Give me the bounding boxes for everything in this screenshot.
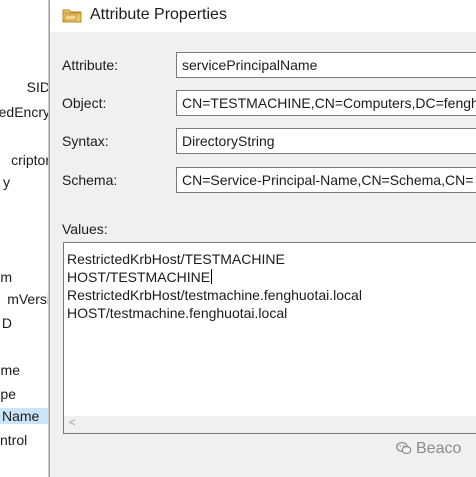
title-bar[interactable]: Attribute Properties — [50, 0, 476, 32]
attribute-properties-dialog: Attribute Properties Attribute: serviceP… — [49, 0, 476, 477]
attribute-field[interactable]: servicePrincipalName — [176, 52, 476, 78]
list-item[interactable]: me — [1, 362, 20, 378]
list-item[interactable]: edEncry — [0, 104, 48, 120]
values-label: Values: — [62, 221, 108, 237]
value-line-with-caret: HOST/TESTMACHINE — [67, 269, 213, 285]
schema-label: Schema: — [62, 172, 118, 188]
list-item[interactable]: D — [2, 315, 12, 331]
object-field[interactable]: CN=TESTMACHINE,CN=Computers,DC=fenghuota… — [176, 90, 476, 116]
scroll-left-arrow-icon[interactable]: < — [69, 417, 75, 429]
value-line: RestrictedKrbHost/TESTMACHINE — [67, 251, 285, 267]
background-list-window: SID edEncry criptor y m mVersi D me pe N… — [0, 0, 49, 477]
values-textarea[interactable]: RestrictedKrbHost/TESTMACHINE HOST/TESTM… — [63, 242, 476, 434]
wechat-icon — [396, 441, 412, 455]
syntax-field[interactable]: DirectoryString — [176, 128, 476, 154]
list-item[interactable]: y — [3, 174, 10, 190]
list-item[interactable]: ntrol — [0, 432, 48, 448]
value-line: HOST/testmachine.fenghuotai.local — [67, 305, 288, 321]
value-line: RestrictedKrbHost/testmachine.fenghuotai… — [67, 287, 362, 303]
watermark-text: Beaco — [416, 440, 462, 457]
schema-field[interactable]: CN=Service-Principal-Name,CN=Schema,CN= — [176, 167, 476, 193]
text-caret — [211, 269, 213, 284]
horizontal-scrollbar[interactable]: < — [64, 416, 476, 433]
object-label: Object: — [62, 95, 107, 111]
list-item[interactable]: mVersi — [7, 291, 48, 307]
dialog-title: Attribute Properties — [90, 6, 227, 23]
list-item-selected[interactable]: Name — [0, 408, 48, 424]
list-item[interactable]: pe — [0, 386, 16, 402]
folder-icon — [62, 9, 82, 23]
list-item[interactable]: SID — [27, 79, 48, 95]
list-item[interactable]: m — [0, 269, 12, 285]
attribute-label: Attribute: — [62, 57, 119, 73]
watermark: Beaco — [396, 440, 461, 458]
list-item[interactable]: criptor — [11, 152, 48, 168]
syntax-label: Syntax: — [62, 133, 109, 149]
